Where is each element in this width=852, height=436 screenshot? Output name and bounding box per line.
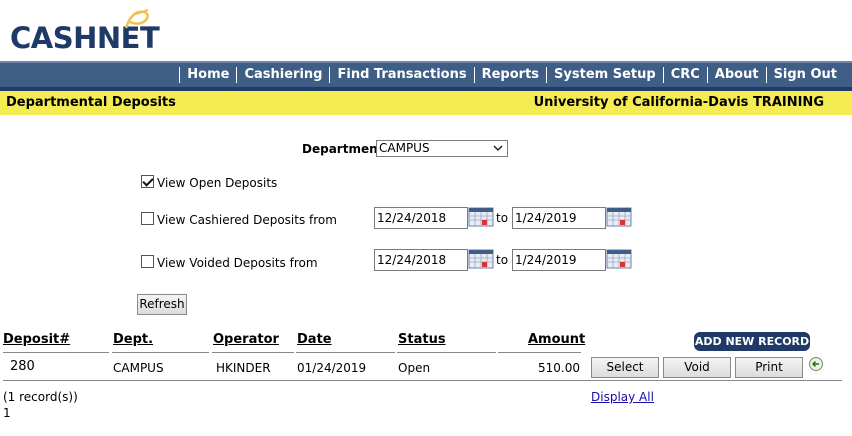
print-button[interactable]: Print [735,357,803,378]
to-label: to [496,253,509,267]
nav-crc[interactable]: CRC [662,67,707,83]
cell-dept: CAMPUS [113,361,164,375]
to-label: to [496,211,509,225]
header-divider [212,352,294,353]
header-divider [3,352,109,353]
nav-sign-out[interactable]: Sign Out [765,67,844,83]
cashnet-mark-icon [124,9,149,29]
table-row: 280 CAMPUS HKINDER 01/24/2019 Open 510.0… [0,354,852,380]
nav-home[interactable]: Home [179,67,236,83]
nav-system-setup[interactable]: System Setup [546,67,663,83]
header-status[interactable]: Status [398,332,446,347]
cell-amount: 510.00 [538,361,580,375]
header-deposit[interactable]: Deposit# [3,332,70,347]
view-open-checkbox[interactable] [141,175,154,188]
cashiered-from-field[interactable]: 12/24/2018 [374,207,468,229]
nav-cashiering[interactable]: Cashiering [236,67,329,83]
cell-operator: HKINDER [216,361,271,375]
header-amount[interactable]: Amount [528,332,585,347]
view-voided-label: View Voided Deposits from [157,256,318,270]
view-voided-checkbox[interactable] [141,255,154,268]
subheader-bar: Departmental Deposits University of Cali… [0,91,852,115]
void-button[interactable]: Void [663,357,731,378]
header-dept[interactable]: Dept. [113,332,153,347]
cell-status: Open [398,361,431,375]
nav-about[interactable]: About [706,67,766,83]
record-count: (1 record(s)) [3,390,78,404]
nav-reports[interactable]: Reports [473,67,546,83]
arrow-left-circle-icon[interactable] [808,356,824,372]
header-divider [296,352,395,353]
calendar-icon[interactable] [468,249,494,269]
page-number[interactable]: 1 [3,406,11,420]
cashiered-to-field[interactable]: 1/24/2019 [512,207,606,229]
department-label: Department [302,142,384,156]
view-cashiered-label: View Cashiered Deposits from [157,213,337,227]
calendar-icon[interactable] [468,207,494,227]
header-date[interactable]: Date [297,332,332,347]
nav-find-transactions[interactable]: Find Transactions [329,67,473,83]
organization-name: University of California-Davis TRAINING [533,95,824,110]
calendar-icon[interactable] [606,207,632,227]
view-cashiered-checkbox[interactable] [141,212,154,225]
voided-to-field[interactable]: 1/24/2019 [512,249,606,271]
display-all-link[interactable]: Display All [591,390,654,404]
header-divider [112,352,209,353]
calendar-icon[interactable] [606,249,632,269]
cell-date: 01/24/2019 [297,361,367,375]
department-select[interactable]: CAMPUS [376,140,508,157]
voided-from-field[interactable]: 12/24/2018 [374,249,468,271]
refresh-button[interactable]: Refresh [137,294,187,315]
header-divider [498,352,581,353]
department-value: CAMPUS [379,141,430,155]
header-divider [397,352,496,353]
page-title: Departmental Deposits [6,95,176,110]
select-button[interactable]: Select [591,357,659,378]
cashnet-logo: CASHNET ® [10,9,160,56]
header-operator[interactable]: Operator [213,332,279,347]
row-divider [3,380,842,381]
add-new-record-button[interactable]: ADD NEW RECORD [694,332,810,351]
view-open-label: View Open Deposits [157,176,278,190]
main-navbar: Home Cashiering Find Transactions Report… [0,61,852,91]
chevron-down-icon [493,145,503,152]
cell-deposit: 280 [10,359,35,374]
